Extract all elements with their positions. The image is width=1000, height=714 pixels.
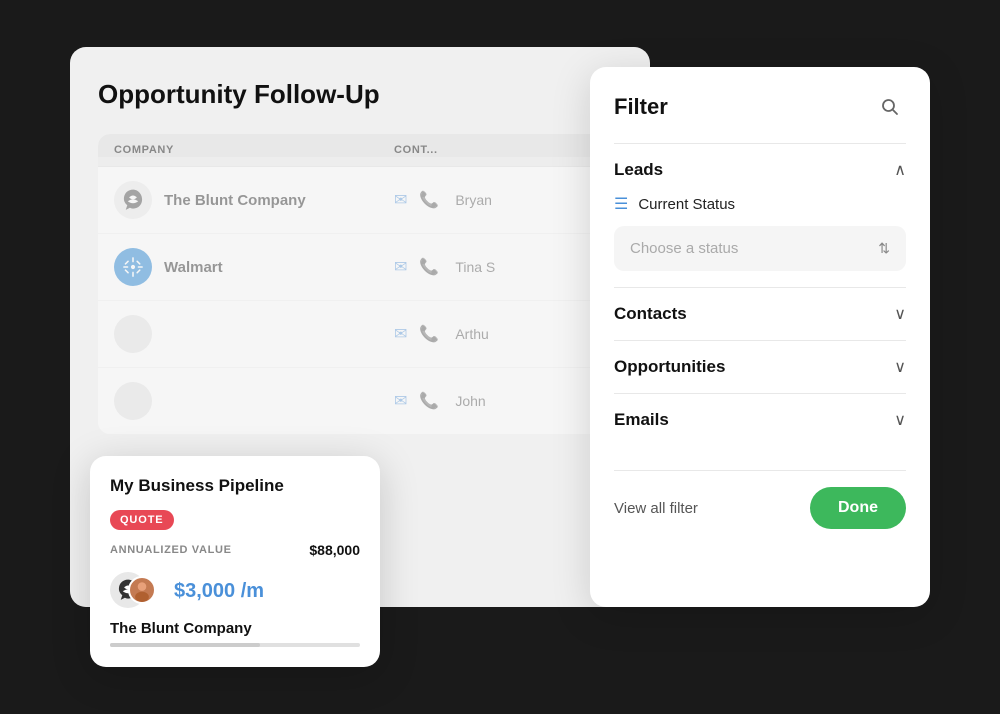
chevron-down-icon: ∨ <box>894 304 906 324</box>
list-icon: ☰ <box>614 194 628 214</box>
status-placeholder: Choose a status <box>630 240 738 257</box>
emails-title: Emails <box>614 410 669 430</box>
pipeline-logos <box>110 572 164 610</box>
annualized-value: $88,000 <box>309 542 360 558</box>
pipeline-company-name: The Blunt Company <box>110 620 360 637</box>
status-dropdown[interactable]: Choose a status ⇅ <box>614 226 906 271</box>
quote-badge: QUOTE <box>110 510 174 530</box>
filter-header: Filter <box>614 91 906 123</box>
filter-title: Filter <box>614 94 668 120</box>
monthly-value: $3,000 /m <box>174 580 264 603</box>
done-button[interactable]: Done <box>810 487 906 529</box>
company-info-row: $3,000 /m <box>110 572 360 610</box>
current-status-label: Current Status <box>638 196 735 213</box>
pipeline-bar <box>110 643 360 647</box>
current-status-row: ☰ Current Status <box>614 194 906 214</box>
leads-header[interactable]: Leads ∧ <box>614 160 906 180</box>
leads-title: Leads <box>614 160 663 180</box>
opportunities-title: Opportunities <box>614 357 725 377</box>
chevron-down-icon: ∨ <box>894 410 906 430</box>
opportunities-section: Opportunities ∨ <box>614 340 906 393</box>
filter-panel: Filter Leads ∧ ☰ Current Status Choose a… <box>590 67 930 607</box>
contacts-section: Contacts ∨ <box>614 287 906 340</box>
col-company-header: COMPANY <box>114 144 394 156</box>
col-contact-header: CONT... <box>394 144 438 156</box>
filter-footer: View all filter Done <box>614 470 906 529</box>
view-all-link[interactable]: View all filter <box>614 500 698 517</box>
annualized-row: ANNUALIZED VALUE $88,000 <box>110 542 360 558</box>
pipeline-title: My Business Pipeline <box>110 476 360 496</box>
pipeline-bar-fill <box>110 643 260 647</box>
emails-section-header[interactable]: Emails ∨ <box>614 410 906 430</box>
annualized-label: ANNUALIZED VALUE <box>110 544 232 556</box>
opportunities-section-header[interactable]: Opportunities ∨ <box>614 357 906 377</box>
chevron-up-icon: ∧ <box>894 160 906 180</box>
emails-section: Emails ∨ <box>614 393 906 446</box>
updown-arrows-icon: ⇅ <box>878 240 890 257</box>
leads-section: Leads ∧ ☰ Current Status Choose a status… <box>614 143 906 287</box>
contacts-section-header[interactable]: Contacts ∨ <box>614 304 906 324</box>
chevron-down-icon: ∨ <box>894 357 906 377</box>
pipeline-avatar <box>128 576 156 604</box>
contacts-title: Contacts <box>614 304 687 324</box>
search-icon-button[interactable] <box>874 91 906 123</box>
page-title: Opportunity Follow-Up <box>98 79 622 110</box>
pipeline-card: My Business Pipeline QUOTE ANNUALIZED VA… <box>90 456 380 667</box>
